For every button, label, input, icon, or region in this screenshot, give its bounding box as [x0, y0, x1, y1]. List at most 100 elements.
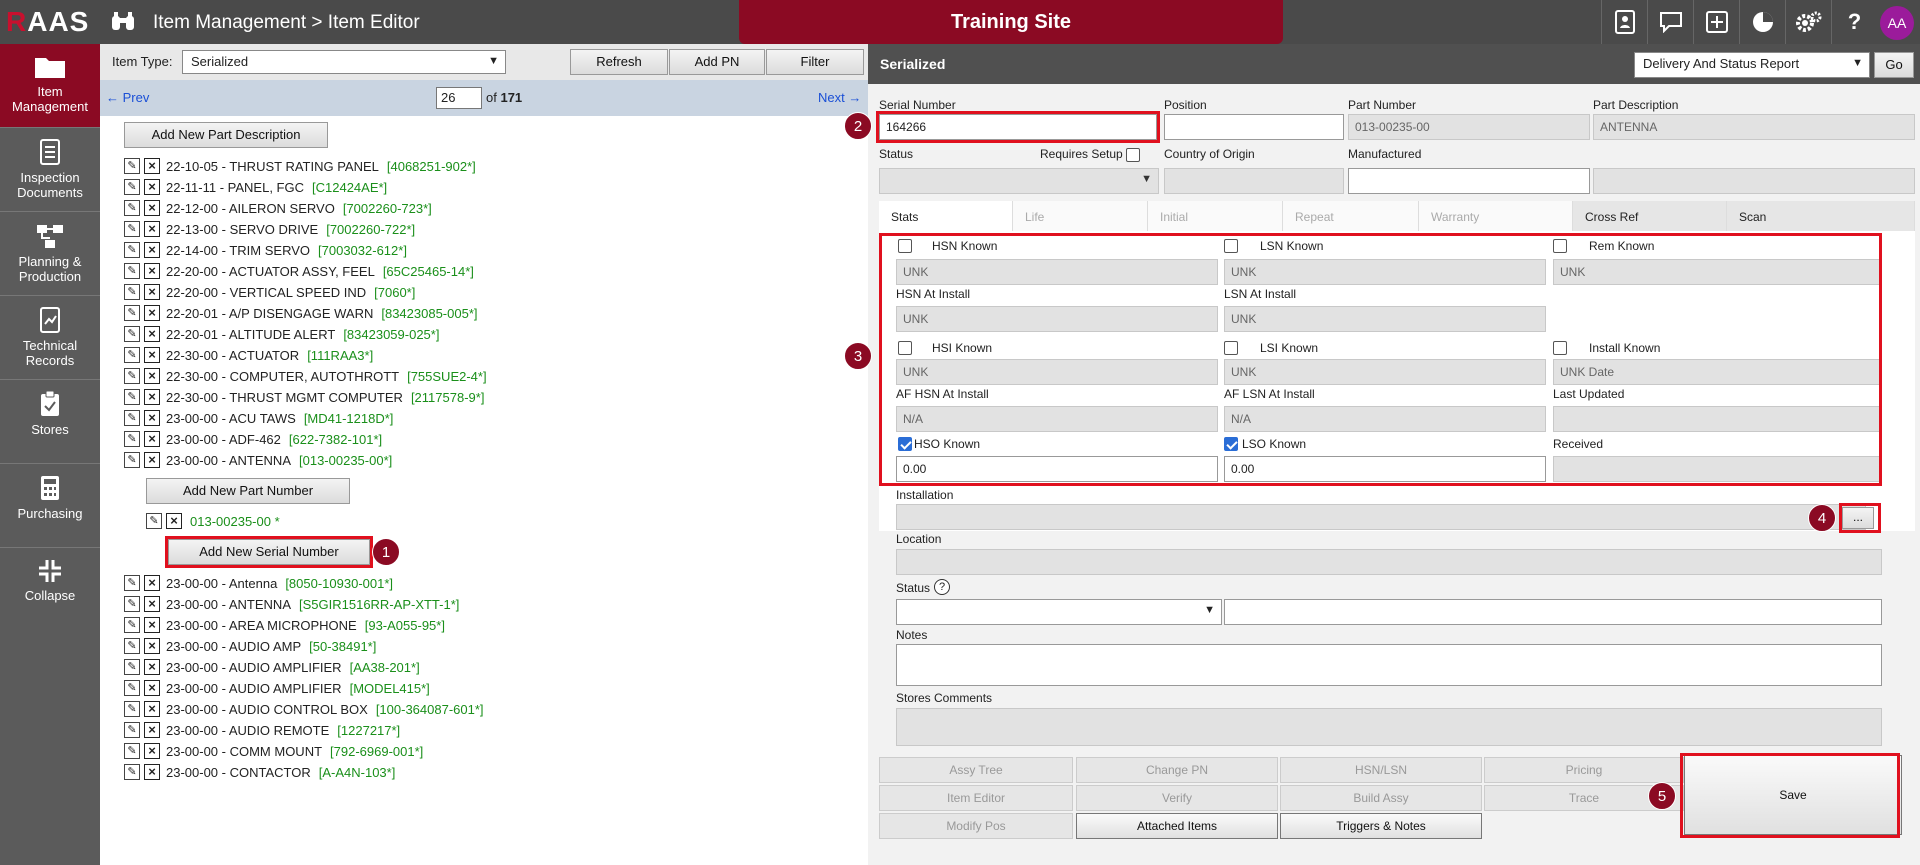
delete-icon[interactable]: ×: [144, 638, 160, 654]
next-link[interactable]: Next →: [818, 90, 861, 105]
part-description-name[interactable]: 23-00-00 - AREA MICROPHONE: [166, 618, 357, 633]
contacts-icon[interactable]: [1601, 0, 1647, 44]
edit-icon[interactable]: ✎: [124, 701, 140, 717]
add-new-part-description-button[interactable]: Add New Part Description: [124, 122, 328, 148]
part-description-name[interactable]: 22-30-00 - COMPUTER, AUTOTHROTT: [166, 369, 399, 384]
part-description-name[interactable]: 22-30-00 - THRUST MGMT COMPUTER: [166, 390, 403, 405]
delete-icon[interactable]: ×: [144, 368, 160, 384]
triggers-notes-button[interactable]: Triggers & Notes: [1280, 813, 1482, 839]
delete-icon[interactable]: ×: [144, 743, 160, 759]
sidebar-item-planning-production[interactable]: Planning & Production: [0, 212, 100, 296]
filter-button[interactable]: Filter: [766, 49, 864, 75]
edit-icon[interactable]: ✎: [124, 617, 140, 633]
part-number-link[interactable]: [111RAA3*]: [307, 348, 373, 363]
refresh-button[interactable]: Refresh: [570, 49, 668, 75]
manufactured-input[interactable]: [1348, 168, 1590, 194]
part-number-link[interactable]: [8050-10930-001*]: [285, 576, 393, 591]
part-number-link[interactable]: [C12424AE*]: [312, 180, 387, 195]
delete-icon[interactable]: ×: [166, 513, 182, 529]
part-number-link[interactable]: [792-6969-001*]: [330, 744, 423, 759]
part-description-name[interactable]: 23-00-00 - AUDIO CONTROL BOX: [166, 702, 368, 717]
part-number-link[interactable]: [93-A055-95*]: [365, 618, 445, 633]
part-description-name[interactable]: 23-00-00 - AUDIO AMPLIFIER: [166, 681, 342, 696]
edit-icon[interactable]: ✎: [124, 368, 140, 384]
pie-chart-icon[interactable]: [1739, 0, 1785, 44]
part-number-link[interactable]: [83423059-025*]: [343, 327, 439, 342]
tab-scan[interactable]: Scan: [1727, 201, 1915, 231]
edit-icon[interactable]: ✎: [146, 513, 162, 529]
part-description-name[interactable]: 23-00-00 - CONTACTOR: [166, 765, 311, 780]
requires-setup-checkbox[interactable]: [1126, 148, 1140, 162]
sidebar-item-technical-records[interactable]: Technical Records: [0, 296, 100, 380]
part-description-name[interactable]: 22-14-00 - TRIM SERVO: [166, 243, 310, 258]
edit-icon[interactable]: ✎: [124, 326, 140, 342]
part-description-name[interactable]: 22-20-00 - VERTICAL SPEED IND: [166, 285, 366, 300]
prev-link[interactable]: ← Prev: [106, 90, 149, 105]
status2-detail-input[interactable]: [1224, 599, 1882, 625]
add-icon[interactable]: [1693, 0, 1739, 44]
part-description-name[interactable]: 23-00-00 - ACU TAWS: [166, 411, 296, 426]
edit-icon[interactable]: ✎: [124, 200, 140, 216]
part-description-name[interactable]: 23-00-00 - ANTENNA: [166, 597, 291, 612]
binoculars-icon[interactable]: [110, 10, 136, 34]
edit-icon[interactable]: ✎: [124, 158, 140, 174]
part-number-link[interactable]: [622-7382-101*]: [289, 432, 382, 447]
delete-icon[interactable]: ×: [144, 659, 160, 675]
edit-icon[interactable]: ✎: [124, 179, 140, 195]
part-description-name[interactable]: 22-12-00 - AILERON SERVO: [166, 201, 335, 216]
part-description-name[interactable]: 22-10-05 - THRUST RATING PANEL: [166, 159, 379, 174]
tab-repeat[interactable]: Repeat: [1283, 201, 1419, 231]
part-number-link[interactable]: [7002260-722*]: [326, 222, 415, 237]
sidebar-item-item-management[interactable]: Item Management: [0, 44, 100, 128]
edit-icon[interactable]: ✎: [124, 431, 140, 447]
delete-icon[interactable]: ×: [144, 326, 160, 342]
status2-select[interactable]: ▼: [896, 599, 1222, 625]
part-number-link[interactable]: [S5GIR1516RR-AP-XTT-1*]: [299, 597, 459, 612]
delete-icon[interactable]: ×: [144, 431, 160, 447]
edit-icon[interactable]: ✎: [124, 242, 140, 258]
edit-icon[interactable]: ✎: [124, 722, 140, 738]
pricing-button[interactable]: Pricing: [1484, 757, 1684, 783]
part-description-name[interactable]: 22-20-00 - ACTUATOR ASSY, FEEL: [166, 264, 375, 279]
change-pn-button[interactable]: Change PN: [1076, 757, 1278, 783]
part-description-name[interactable]: 22-20-01 - ALTITUDE ALERT: [166, 327, 335, 342]
part-number-link[interactable]: [4068251-902*]: [387, 159, 476, 174]
part-number-link[interactable]: [7003032-612*]: [318, 243, 407, 258]
delete-icon[interactable]: ×: [144, 452, 160, 468]
chat-icon[interactable]: [1647, 0, 1693, 44]
sidebar-item-stores[interactable]: Stores: [0, 380, 100, 464]
part-number-link[interactable]: [1227217*]: [337, 723, 400, 738]
delete-icon[interactable]: ×: [144, 284, 160, 300]
part-number-link[interactable]: [83423085-005*]: [381, 306, 477, 321]
delete-icon[interactable]: ×: [144, 263, 160, 279]
delete-icon[interactable]: ×: [144, 389, 160, 405]
edit-icon[interactable]: ✎: [124, 764, 140, 780]
sidebar-item-purchasing[interactable]: Purchasing: [0, 464, 100, 548]
country-of-origin-field[interactable]: [1164, 168, 1344, 194]
part-number-link[interactable]: [100-364087-601*]: [376, 702, 484, 717]
part-number-link[interactable]: [7002260-723*]: [343, 201, 432, 216]
delete-icon[interactable]: ×: [144, 158, 160, 174]
edit-icon[interactable]: ✎: [124, 410, 140, 426]
assy-tree-button[interactable]: Assy Tree: [879, 757, 1073, 783]
part-description-name[interactable]: 23-00-00 - AUDIO AMPLIFIER: [166, 660, 342, 675]
raas-logo[interactable]: RAAS: [6, 6, 89, 38]
item-type-select[interactable]: Serialized ▼: [182, 50, 506, 74]
sidebar-item-collapse[interactable]: Collapse: [0, 548, 100, 632]
part-description-name[interactable]: 22-30-00 - ACTUATOR: [166, 348, 299, 363]
tab-initial[interactable]: Initial: [1148, 201, 1283, 231]
delete-icon[interactable]: ×: [144, 575, 160, 591]
report-select[interactable]: Delivery And Status Report ▼: [1634, 52, 1870, 78]
edit-icon[interactable]: ✎: [124, 638, 140, 654]
add-pn-button[interactable]: Add PN: [669, 49, 765, 75]
part-description-name[interactable]: 23-00-00 - Antenna: [166, 576, 277, 591]
part-description-name[interactable]: 23-00-00 - AUDIO REMOTE: [166, 723, 329, 738]
edit-icon[interactable]: ✎: [124, 596, 140, 612]
part-description-name[interactable]: 22-13-00 - SERVO DRIVE: [166, 222, 318, 237]
add-new-part-number-button[interactable]: Add New Part Number: [146, 478, 350, 504]
tab-stats[interactable]: Stats: [879, 201, 1013, 231]
help-icon[interactable]: ?: [1831, 0, 1877, 44]
tab-cross-ref[interactable]: Cross Ref: [1573, 201, 1727, 231]
edit-icon[interactable]: ✎: [124, 575, 140, 591]
settings-icon[interactable]: [1785, 0, 1831, 44]
